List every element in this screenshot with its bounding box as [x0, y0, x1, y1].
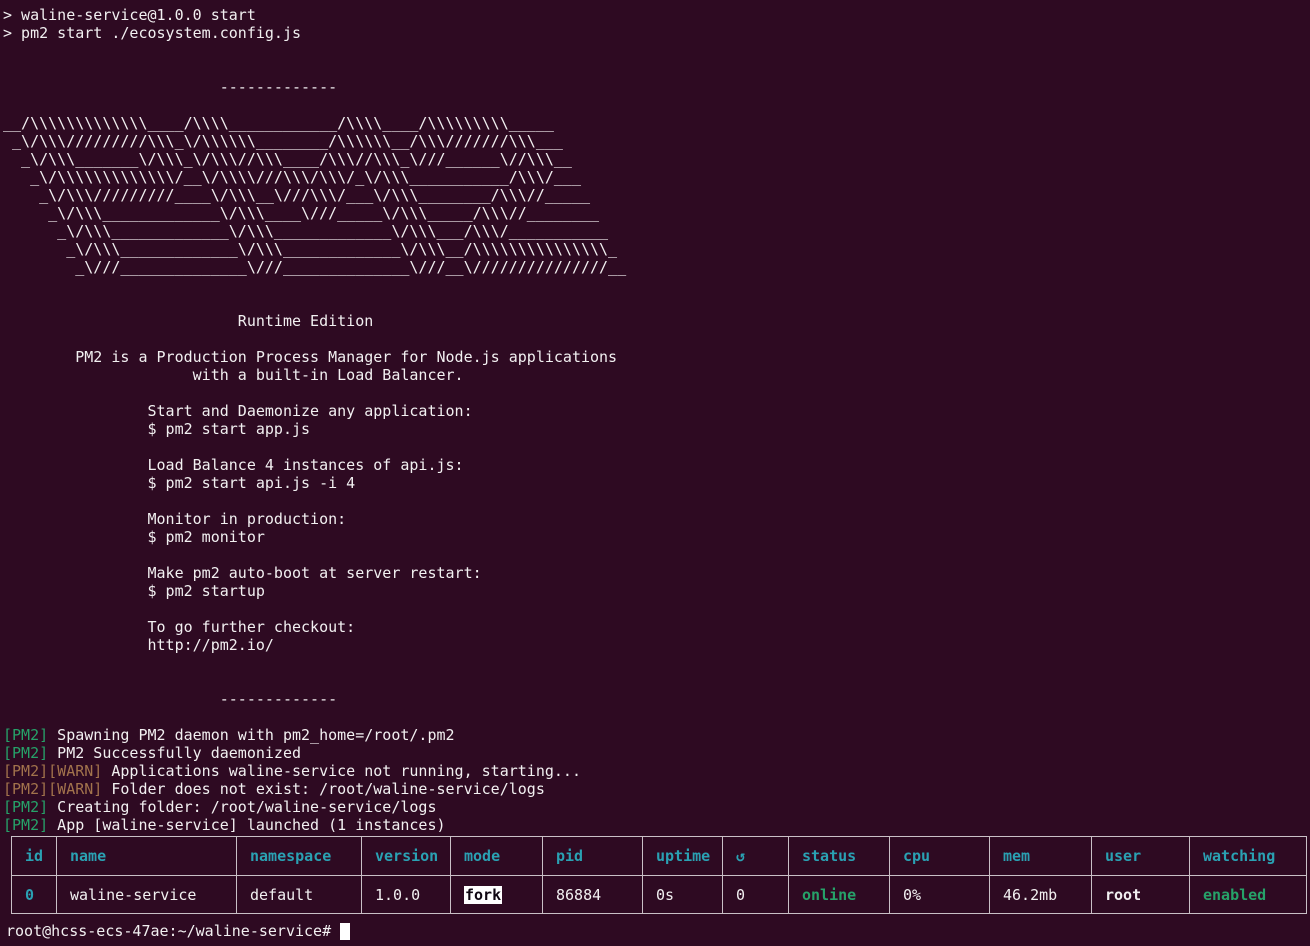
npm-script-output: > waline-service@1.0.0 start > pm2 start… [3, 6, 1310, 42]
pm2-log-text: Folder does not exist: /root/waline-serv… [102, 780, 545, 798]
pm2-log-prefix: [PM2] [3, 726, 48, 744]
mode-badge: fork [464, 886, 502, 904]
prompt-text: root@hcss-ecs-47ae:~/waline-service# [6, 922, 340, 940]
cell-watching: enabled [1190, 876, 1307, 914]
cell-mem: 46.2mb [990, 876, 1092, 914]
process-table: id name namespace version mode pid uptim… [11, 836, 1307, 914]
pm2-ascii-banner: ------------- __/\\\\\\\\\\\\\____/\\\\_… [3, 42, 1310, 726]
pm2-log-text: Applications waline-service not running,… [102, 762, 581, 780]
cell-namespace: default [237, 876, 362, 914]
header-namespace: namespace [237, 837, 362, 876]
header-user: user [1092, 837, 1190, 876]
cell-user: root [1092, 876, 1190, 914]
header-watching: watching [1190, 837, 1307, 876]
status-badge: online [789, 876, 890, 914]
pm2-log-line: [PM2] PM2 Successfully daemonized [3, 744, 1310, 762]
cell-pid: 86884 [543, 876, 643, 914]
pm2-log-line: [PM2] Creating folder: /root/waline-serv… [3, 798, 1310, 816]
header-restart-icon: ↺ [723, 837, 789, 876]
cell-mode: fork [451, 876, 543, 914]
cell-name: waline-service [57, 876, 237, 914]
pm2-warn-prefix: [PM2][WARN] [3, 780, 102, 798]
pm2-log-prefix: [PM2] [3, 816, 48, 834]
process-row: 0 waline-service default 1.0.0 fork 8688… [12, 876, 1307, 914]
terminal-screen[interactable]: > waline-service@1.0.0 start > pm2 start… [0, 0, 1310, 946]
pm2-warn-prefix: [PM2][WARN] [3, 762, 102, 780]
pm2-log-text: PM2 Successfully daemonized [48, 744, 301, 762]
pm2-log-text: App [waline-service] launched (1 instanc… [48, 816, 445, 834]
pm2-log-prefix: [PM2] [3, 744, 48, 762]
header-mem: mem [990, 837, 1092, 876]
pm2-log-text: Spawning PM2 daemon with pm2_home=/root/… [48, 726, 454, 744]
pm2-log-prefix: [PM2] [3, 798, 48, 816]
header-cpu: cpu [890, 837, 990, 876]
pm2-log-text: Creating folder: /root/waline-service/lo… [48, 798, 436, 816]
header-version: version [362, 837, 451, 876]
cell-id: 0 [12, 876, 57, 914]
header-status: status [789, 837, 890, 876]
cell-cpu: 0% [890, 876, 990, 914]
header-uptime: uptime [643, 837, 723, 876]
cell-uptime: 0s [643, 876, 723, 914]
header-id: id [12, 837, 57, 876]
header-pid: pid [543, 837, 643, 876]
cell-restarts: 0 [723, 876, 789, 914]
header-name: name [57, 837, 237, 876]
pm2-log-line-warn: [PM2][WARN] Applications waline-service … [3, 762, 1310, 780]
text-cursor [340, 923, 350, 940]
pm2-log-line-warn: [PM2][WARN] Folder does not exist: /root… [3, 780, 1310, 798]
header-mode: mode [451, 837, 543, 876]
shell-prompt[interactable]: root@hcss-ecs-47ae:~/waline-service# [3, 922, 1310, 940]
pm2-log-line: [PM2] Spawning PM2 daemon with pm2_home=… [3, 726, 1310, 744]
table-header-row: id name namespace version mode pid uptim… [12, 837, 1307, 876]
cell-version: 1.0.0 [362, 876, 451, 914]
pm2-log-line: [PM2] App [waline-service] launched (1 i… [3, 816, 1310, 834]
